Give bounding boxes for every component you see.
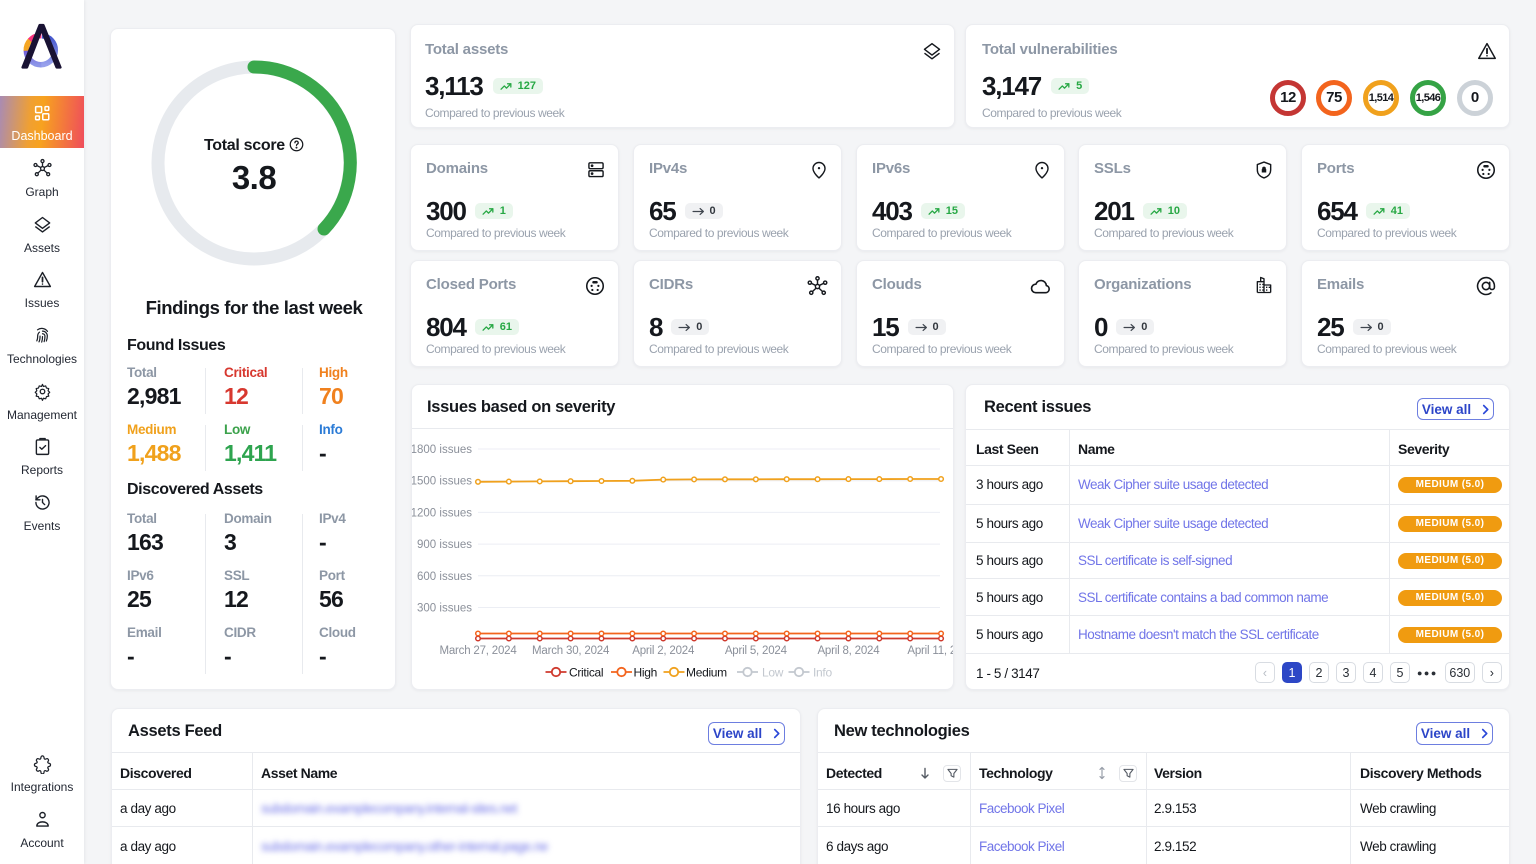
- svg-text:April 8, 2024: April 8, 2024: [817, 645, 880, 657]
- svg-text:Low: Low: [762, 666, 784, 680]
- svg-text:April 11, 2024: April 11, 2024: [907, 645, 953, 657]
- svg-text:Info: Info: [813, 666, 832, 680]
- svg-text:April 5, 2024: April 5, 2024: [725, 645, 788, 657]
- svg-text:1500 issues: 1500 issues: [412, 476, 472, 488]
- svg-text:April 2, 2024: April 2, 2024: [632, 645, 695, 657]
- svg-text:300 issues: 300 issues: [417, 603, 472, 615]
- svg-text:1200 issues: 1200 issues: [412, 507, 472, 519]
- svg-text:Medium: Medium: [686, 666, 727, 680]
- svg-text:March 30, 2024: March 30, 2024: [532, 645, 610, 657]
- svg-text:900 issues: 900 issues: [417, 539, 472, 551]
- svg-text:Critical: Critical: [569, 666, 603, 680]
- svg-text:High: High: [634, 666, 657, 680]
- svg-text:600 issues: 600 issues: [417, 571, 472, 583]
- svg-text:1800 issues: 1800 issues: [412, 444, 472, 456]
- svg-text:March 27, 2024: March 27, 2024: [439, 645, 517, 657]
